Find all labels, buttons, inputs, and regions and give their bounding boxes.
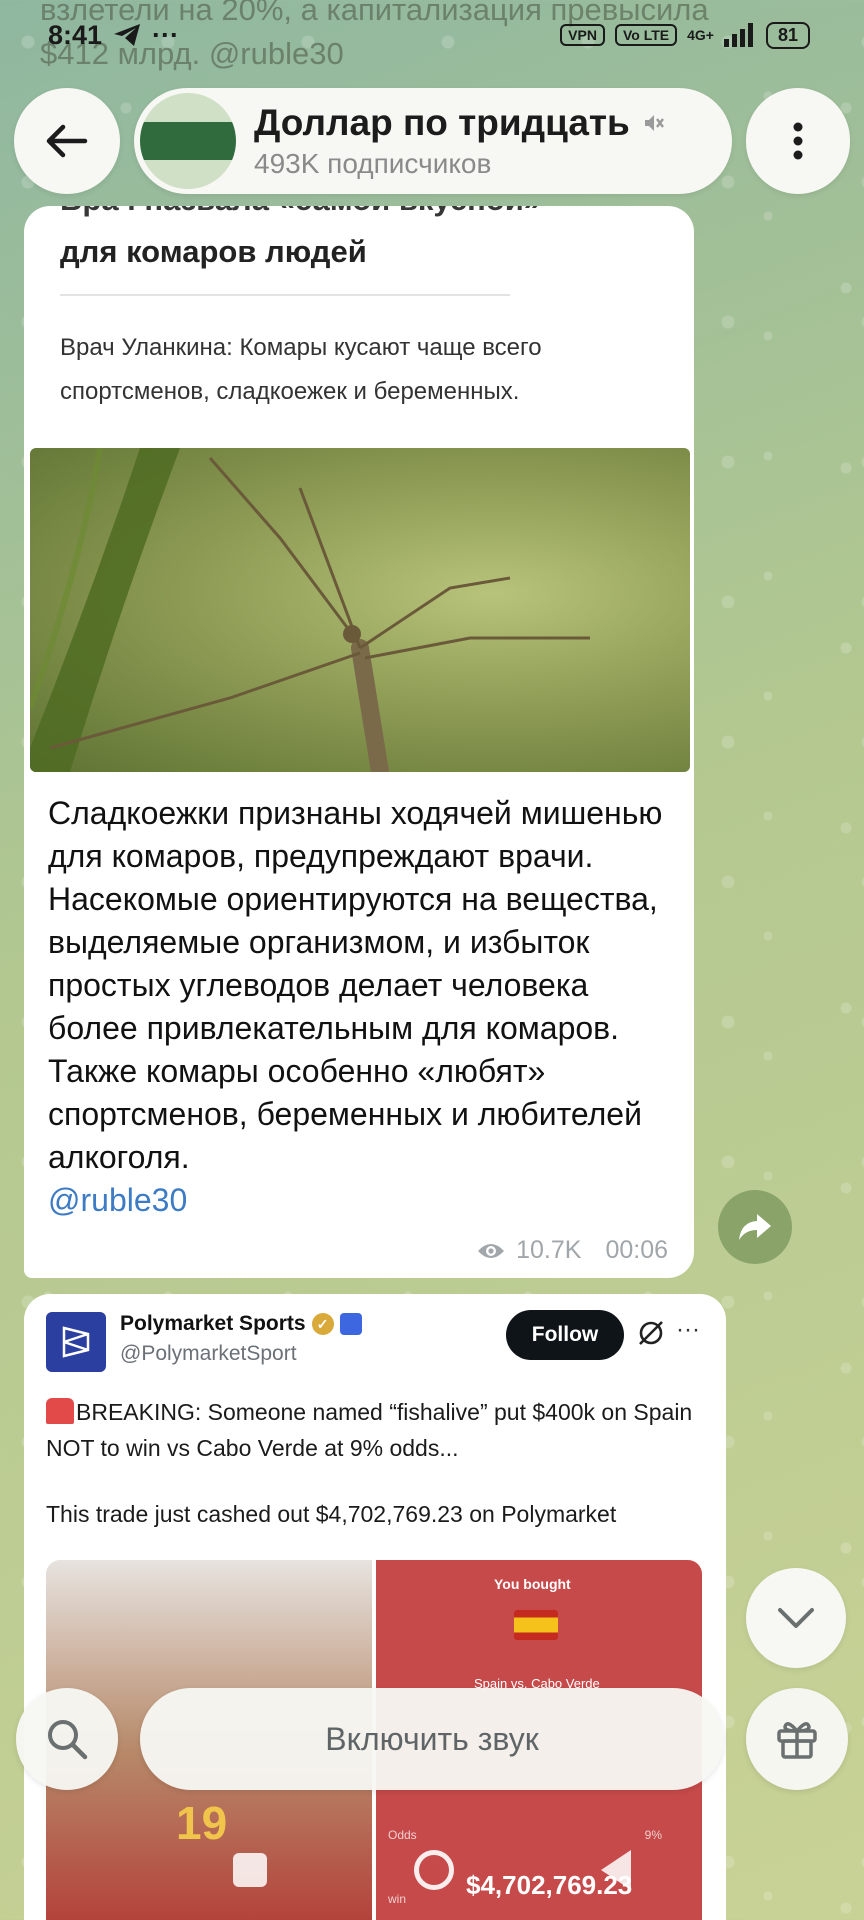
search-button[interactable]: [16, 1688, 118, 1790]
status-bar: 8:41 ··· VPN Vo LTE 4G+ 81: [0, 0, 864, 70]
recents-icon[interactable]: [233, 1853, 268, 1887]
tweet-text-payout: This trade just cashed out $4,702,769.23…: [46, 1501, 617, 1527]
you-bought-label: You bought: [494, 1576, 571, 1592]
polymarket-logo: [46, 1312, 106, 1372]
grok-icon[interactable]: [636, 1318, 666, 1348]
view-count: 10.7K: [516, 1236, 582, 1264]
post-time: 00:06: [605, 1236, 668, 1264]
network-type: 4G+: [687, 27, 714, 43]
muted-icon: [644, 115, 664, 131]
affiliate-badge-icon: [339, 1313, 362, 1335]
post-meta: 10.7K 00:06: [476, 1236, 668, 1265]
post-body: Сладкоежки признаны ходячей мишенью для …: [48, 795, 663, 1175]
home-icon[interactable]: [413, 1850, 454, 1890]
more-vertical-icon: [793, 122, 803, 160]
tweet-handle: @PolymarketSport: [120, 1342, 297, 1365]
gift-button[interactable]: [746, 1688, 848, 1790]
channel-link[interactable]: @ruble30: [48, 1182, 187, 1218]
channel-title: Доллар по тридцать: [254, 102, 630, 143]
volte-indicator: Vo LTE: [614, 24, 678, 46]
channel-info[interactable]: Доллар по тридцать 493K подписчиков: [134, 88, 732, 194]
divider: [60, 294, 510, 296]
spain-flag-icon: [514, 1610, 558, 1640]
more-options-button[interactable]: [746, 88, 850, 194]
tweet-text-breaking: BREAKING: Someone named “fishalive” put …: [46, 1399, 693, 1461]
article-title: для комаров людей: [60, 234, 367, 269]
subscriber-count: 493K подписчиков: [254, 148, 492, 179]
back-triangle-icon[interactable]: [600, 1850, 631, 1890]
post-text: Сладкоежки признаны ходячей мишенью для …: [48, 792, 678, 1222]
signal-icon: [723, 23, 753, 47]
battery-indicator: 81: [765, 21, 810, 49]
unmute-button[interactable]: Включить звук: [140, 1688, 724, 1790]
more-horizontal-icon[interactable]: ···: [676, 1316, 700, 1344]
article-lead: Врач Уланкина: Комары кусают чаще всего …: [60, 334, 542, 405]
tweet-text: BREAKING: Someone named “fishalive” put …: [46, 1394, 706, 1466]
share-button[interactable]: [718, 1190, 792, 1264]
tweet-account-name: Polymarket Sports: [120, 1312, 306, 1335]
follow-button[interactable]: Follow: [506, 1310, 624, 1360]
status-time: 8:41: [48, 19, 103, 50]
mosquito-photo[interactable]: [30, 448, 690, 772]
scroll-down-button[interactable]: [746, 1568, 846, 1668]
telegram-icon: [114, 24, 141, 46]
channel-avatar: [140, 93, 236, 189]
chevron-down-icon: [778, 1608, 814, 1628]
back-button[interactable]: [14, 88, 120, 194]
arrow-left-icon: [46, 124, 88, 158]
vpn-indicator: VPN: [560, 24, 605, 46]
more-notifications-icon: ···: [152, 19, 180, 50]
eye-icon: [478, 1243, 505, 1258]
share-arrow-icon: [739, 1214, 771, 1240]
siren-icon: [46, 1398, 74, 1424]
message-bubble[interactable]: Врач назвала «самой вкусной» для комаров…: [24, 206, 694, 1278]
article-title-partial: Врач назвала «самой вкусной»: [60, 206, 660, 220]
verified-badge-icon: ✓: [311, 1313, 334, 1335]
search-icon: [48, 1720, 88, 1760]
gift-icon: [777, 1722, 817, 1759]
system-nav-bar: [0, 1820, 864, 1920]
mosquito-illustration: [30, 448, 590, 772]
